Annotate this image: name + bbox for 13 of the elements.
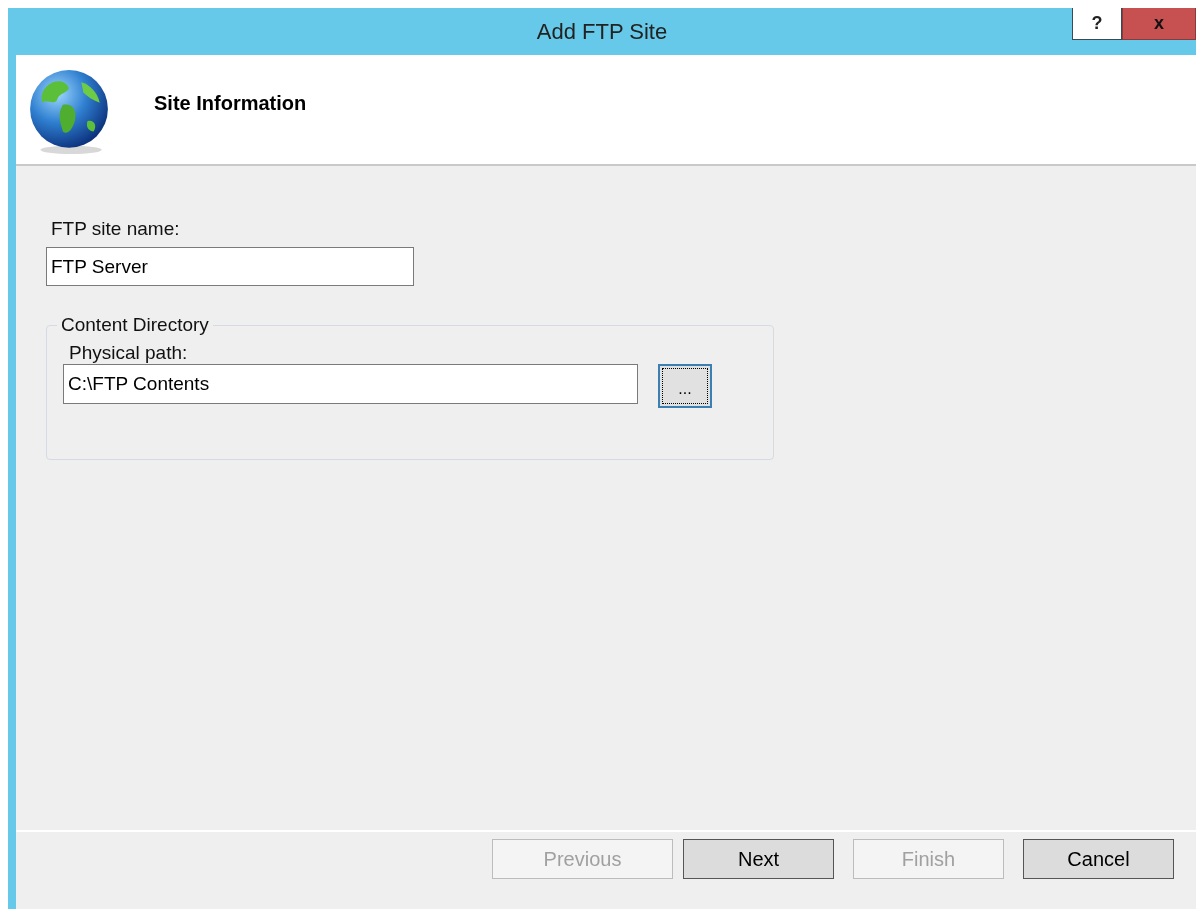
globe-icon: [28, 67, 110, 156]
page-heading: Site Information: [154, 92, 307, 115]
field-label: Physical path:: [69, 342, 188, 363]
wizard-button[interactable]: Next: [683, 839, 834, 879]
field-label: FTP site name:: [51, 218, 180, 240]
help-button[interactable]: ?: [1072, 8, 1122, 40]
browse-button[interactable]: ...: [658, 364, 712, 408]
close-button[interactable]: x: [1122, 8, 1196, 40]
wizard-button[interactable]: Cancel: [1023, 839, 1174, 879]
group-legend: Content Directory: [57, 314, 213, 336]
physical-path-field[interactable]: C:\FTP Contents: [63, 364, 638, 404]
site-name-field[interactable]: FTP Server: [46, 247, 414, 286]
window-title: Add FTP Site: [536, 18, 668, 45]
